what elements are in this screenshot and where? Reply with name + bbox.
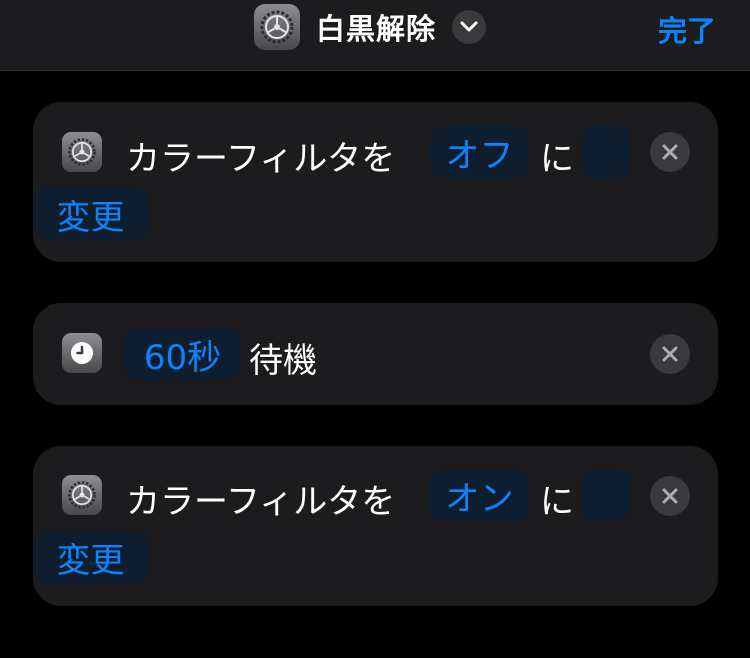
- clock-icon: [62, 333, 102, 373]
- duration-token[interactable]: 60秒: [124, 328, 241, 380]
- done-button[interactable]: 完了: [658, 8, 716, 50]
- shortcut-title-group[interactable]: 白黒解除: [254, 4, 487, 50]
- action-card-color-filter-on[interactable]: カラーフィルタを オン に 変更: [33, 446, 718, 606]
- value-token-off[interactable]: オフ: [430, 126, 529, 178]
- target-token-empty[interactable]: [581, 126, 630, 178]
- close-icon: [662, 144, 678, 160]
- close-icon: [662, 346, 678, 362]
- action-text: カラーフィルタを: [126, 482, 396, 522]
- wait-label: 待機: [249, 341, 317, 381]
- value-token-on[interactable]: オン: [430, 469, 529, 521]
- navigation-bar: 白黒解除 完了: [0, 0, 750, 71]
- target-token-empty[interactable]: [581, 469, 630, 521]
- connector-text: に: [540, 482, 574, 522]
- verb-token-change[interactable]: 変更: [33, 188, 148, 240]
- verb-token-change[interactable]: 変更: [33, 531, 148, 583]
- settings-icon: [62, 132, 102, 172]
- remove-action-button[interactable]: [650, 334, 690, 374]
- connector-text: に: [540, 139, 574, 179]
- action-text: カラーフィルタを: [126, 139, 396, 179]
- action-card-color-filter-off[interactable]: カラーフィルタを オフ に 変更: [33, 102, 718, 262]
- chevron-down-icon[interactable]: [452, 10, 487, 44]
- remove-action-button[interactable]: [650, 476, 690, 516]
- settings-icon: [62, 475, 102, 515]
- close-icon: [662, 488, 678, 504]
- shortcut-title: 白黒解除: [316, 12, 437, 46]
- settings-icon: [254, 4, 300, 50]
- remove-action-button[interactable]: [650, 132, 690, 172]
- action-card-wait[interactable]: 60秒 待機: [33, 303, 718, 405]
